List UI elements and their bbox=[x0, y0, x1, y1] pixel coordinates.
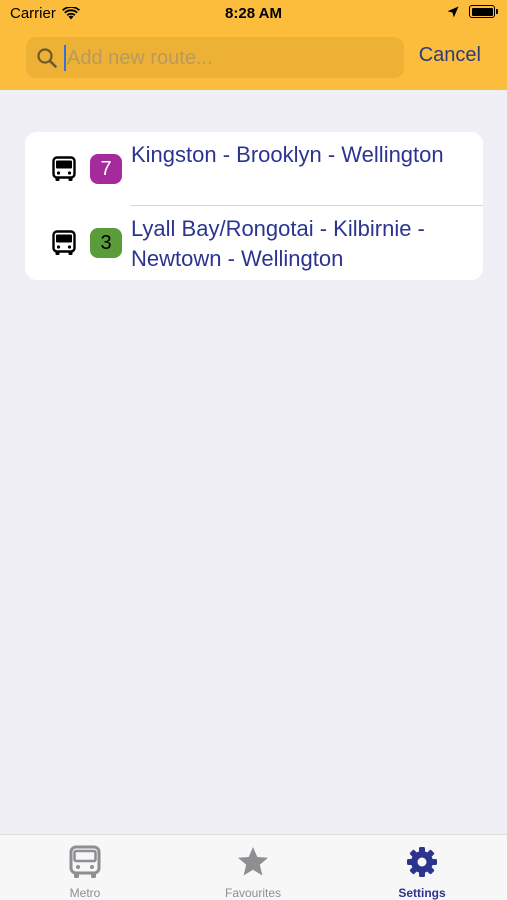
tab-label: Settings bbox=[398, 886, 446, 900]
route-list: 7 Kingston - Brooklyn - Wellington 3 Lya… bbox=[25, 132, 483, 280]
location-arrow-icon bbox=[447, 6, 459, 17]
list-item[interactable]: 7 Kingston - Brooklyn - Wellington bbox=[25, 132, 483, 206]
tab-metro[interactable]: Metro bbox=[25, 845, 145, 900]
bus-icon bbox=[69, 845, 101, 878]
header: Carrier 8:28 AM Cancel bbox=[0, 0, 507, 90]
cancel-button[interactable]: Cancel bbox=[419, 44, 481, 67]
route-name: Lyall Bay/Rongotai - Kilbirnie - Newtown… bbox=[131, 216, 425, 271]
search-bar[interactable] bbox=[26, 37, 404, 78]
tab-favourites[interactable]: Favourites bbox=[193, 845, 313, 900]
status-time: 8:28 AM bbox=[225, 5, 282, 22]
tab-settings[interactable]: Settings bbox=[362, 845, 482, 900]
status-bar: Carrier 8:28 AM bbox=[0, 0, 507, 28]
battery-icon bbox=[469, 5, 498, 18]
tab-bar: Metro Favourites Settings bbox=[0, 834, 507, 900]
tab-label: Favourites bbox=[224, 886, 282, 900]
tab-label: Metro bbox=[69, 886, 101, 900]
route-name: Kingston - Brooklyn - Wellington bbox=[131, 142, 444, 167]
search-input[interactable] bbox=[64, 45, 394, 71]
route-number-badge: 7 bbox=[90, 154, 122, 184]
list-item[interactable]: 3 Lyall Bay/Rongotai - Kilbirnie - Newto… bbox=[25, 206, 483, 280]
star-icon bbox=[238, 847, 268, 876]
bus-icon bbox=[52, 230, 76, 255]
route-number-badge: 3 bbox=[90, 228, 122, 258]
gear-icon bbox=[407, 847, 437, 877]
bus-icon bbox=[52, 156, 76, 181]
search-icon bbox=[37, 48, 57, 68]
